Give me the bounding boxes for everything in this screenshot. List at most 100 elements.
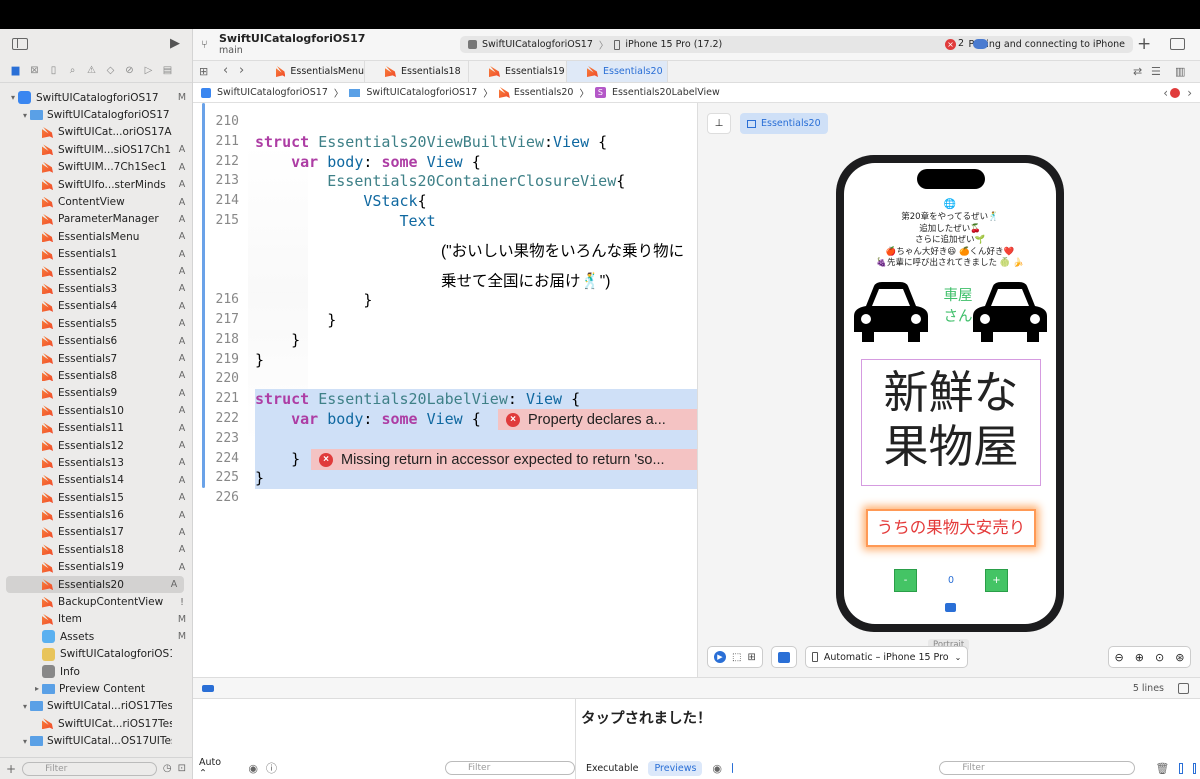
pin-icon[interactable]: ⊥ bbox=[707, 113, 731, 134]
tab-essentials19[interactable]: Essentials19 bbox=[469, 61, 567, 82]
destination-selector[interactable]: iPhone 15 Pro (17.2) bbox=[625, 39, 722, 50]
disclosure-icon[interactable]: ▾ bbox=[20, 737, 30, 746]
navigator-item[interactable]: ▸ Preview Content bbox=[0, 680, 192, 697]
source-control-icon[interactable]: ⊠ bbox=[27, 64, 42, 77]
navigator-item[interactable]: Essentials7 A bbox=[0, 350, 192, 367]
scheme-selector[interactable]: SwiftUICatalogforiOS17 bbox=[482, 39, 593, 50]
navigator-item[interactable]: Essentials16 A bbox=[0, 506, 192, 523]
previews-tab[interactable]: Previews bbox=[648, 760, 703, 776]
navigator-item[interactable]: Essentials4 A bbox=[0, 298, 192, 315]
eye-icon[interactable]: ◉ bbox=[712, 762, 722, 775]
inspector-toggle-icon[interactable] bbox=[1170, 38, 1185, 50]
error-count[interactable]: 2 bbox=[958, 38, 964, 49]
test-icon[interactable]: ◇ bbox=[103, 64, 118, 77]
navigator-item[interactable]: Info bbox=[0, 663, 192, 680]
navigator-item[interactable]: Essentials18 A bbox=[0, 541, 192, 558]
split-right-icon[interactable] bbox=[1192, 762, 1196, 774]
navigator-item[interactable]: SwiftUIM...siOS17Ch1 A bbox=[0, 141, 192, 158]
navigator-item[interactable]: SwiftUIM...7Ch1Sec1 A bbox=[0, 159, 192, 176]
preview-tab[interactable]: Essentials20 bbox=[740, 113, 828, 134]
variables-filter-input[interactable]: Filter bbox=[445, 761, 575, 775]
navigator-item[interactable]: SwiftUICat...oriOS17App bbox=[0, 124, 192, 141]
back-icon[interactable]: ‹ bbox=[223, 63, 228, 78]
tab-essentials20[interactable]: Essentials20 bbox=[567, 61, 668, 82]
navigator-item[interactable]: Essentials9 A bbox=[0, 385, 192, 402]
grid-icon[interactable]: ⊞ bbox=[199, 65, 208, 78]
breadcrumb-project[interactable]: SwiftUICatalogforiOS17 bbox=[217, 87, 328, 98]
navigator-item[interactable]: Essentials6 A bbox=[0, 332, 192, 349]
folder-icon[interactable]: ▆ bbox=[8, 64, 23, 77]
search-icon[interactable]: ⌕ bbox=[65, 64, 80, 77]
navigator-item[interactable]: ParameterManager A bbox=[0, 211, 192, 228]
error-annotation-1[interactable]: × Property declares a... bbox=[498, 409, 697, 430]
increment-button[interactable]: + bbox=[985, 569, 1008, 592]
split-icon[interactable]: ⇄ bbox=[1133, 65, 1142, 78]
scm-filter-icon[interactable]: ⊡ bbox=[178, 763, 186, 774]
variants-icon[interactable]: ⊞ bbox=[747, 652, 755, 663]
bookmark-icon[interactable]: ▯ bbox=[46, 64, 61, 77]
breadcrumb-file[interactable]: Essentials20 bbox=[514, 87, 574, 98]
zoom-out-icon[interactable]: ⊖ bbox=[1115, 651, 1124, 664]
disclosure-icon[interactable]: ▾ bbox=[8, 93, 18, 102]
split-left-icon[interactable] bbox=[1179, 762, 1183, 774]
report-icon[interactable]: ▤ bbox=[160, 64, 175, 77]
issue-icon[interactable]: ⚠ bbox=[84, 64, 99, 77]
navigator-item[interactable]: EssentialsMenu A bbox=[0, 228, 192, 245]
navigator-item[interactable]: Essentials1 A bbox=[0, 246, 192, 263]
trash-icon[interactable]: 🗑 bbox=[1155, 762, 1169, 775]
navigator-item[interactable]: Essentials20 A bbox=[6, 575, 184, 594]
navigator-item[interactable]: Essentials15 A bbox=[0, 489, 192, 506]
error-annotation-2[interactable]: × Missing return in accessor expected to … bbox=[311, 449, 697, 470]
next-issue-icon[interactable]: › bbox=[1187, 86, 1192, 100]
breadcrumb-group[interactable]: SwiftUICatalogforiOS17 bbox=[366, 87, 477, 98]
zoom-actual-icon[interactable]: ⊛ bbox=[1175, 651, 1184, 664]
navigator-item[interactable]: ▾ SwiftUICatalogforiOS17 bbox=[0, 106, 192, 123]
cloud-icon[interactable] bbox=[973, 39, 988, 49]
selectable-mode-icon[interactable]: ⬚ bbox=[732, 652, 741, 663]
tab-essentials-menu[interactable]: EssentialsMenu bbox=[262, 61, 365, 82]
debug-area-toggle-icon[interactable] bbox=[202, 685, 214, 692]
disclosure-icon[interactable]: ▾ bbox=[20, 111, 30, 120]
device-screen[interactable]: 🌐 第20章をやってるぜい🕺 追加したぜい🍒 さらに追加ぜい🌱 🍎ちゃん大好き😆… bbox=[844, 163, 1056, 624]
issue-icon[interactable] bbox=[1170, 87, 1180, 98]
auto-selector[interactable]: Auto ⌃ bbox=[199, 757, 230, 779]
breadcrumb-symbol[interactable]: Essentials20LabelView bbox=[612, 87, 720, 98]
forward-icon[interactable]: › bbox=[239, 63, 244, 78]
navigator-item[interactable]: SwiftUIfo...sterMinds A bbox=[0, 176, 192, 193]
sidebar-toggle-icon[interactable] bbox=[12, 37, 28, 50]
navigator-item[interactable]: SwiftUICat...riOS17Tests bbox=[0, 715, 192, 732]
navigator-filter-input[interactable]: Filter bbox=[22, 761, 157, 776]
error-badge-icon[interactable]: × bbox=[945, 39, 956, 50]
source-editor[interactable]: 210 211 struct Essentials20ViewBuiltView:V… bbox=[193, 103, 697, 677]
zoom-fit-icon[interactable]: ⊙ bbox=[1155, 651, 1164, 664]
navigator-item[interactable]: Essentials5 A bbox=[0, 315, 192, 332]
hide-debug-icon[interactable] bbox=[1178, 683, 1189, 694]
navigator-item[interactable]: Assets M bbox=[0, 628, 192, 645]
add-editor-icon[interactable]: + bbox=[1137, 34, 1151, 54]
sale-button[interactable]: うちの果物大安売り bbox=[866, 509, 1036, 547]
info-icon[interactable]: ⓘ bbox=[266, 760, 277, 776]
live-mode-icon[interactable]: ▶ bbox=[714, 651, 726, 663]
recent-icon[interactable]: ◷ bbox=[163, 763, 172, 774]
tab-essentials18[interactable]: Essentials18 bbox=[365, 61, 469, 82]
prev-issue-icon[interactable]: ‹ bbox=[1163, 86, 1168, 100]
navigator-item[interactable]: Essentials2 A bbox=[0, 263, 192, 280]
navigator-item[interactable]: Essentials19 A bbox=[0, 559, 192, 576]
navigator-item[interactable]: Essentials14 A bbox=[0, 472, 192, 489]
navigator-item[interactable]: SwiftUICatalogforiOS17 bbox=[0, 646, 192, 663]
navigator-item[interactable]: ContentView A bbox=[0, 193, 192, 210]
navigator-item[interactable]: ▾ SwiftUICatal...riOS17Tests bbox=[0, 698, 192, 715]
device-selector[interactable]: Automatic – iPhone 15 Pro ⌄ bbox=[804, 646, 969, 668]
device-settings-button[interactable] bbox=[770, 646, 797, 668]
navigator-item[interactable]: Essentials8 A bbox=[0, 367, 192, 384]
navigator-item[interactable]: Item M bbox=[0, 611, 192, 628]
zoom-in-icon[interactable]: ⊕ bbox=[1135, 651, 1144, 664]
navigator-item[interactable]: Essentials12 A bbox=[0, 437, 192, 454]
navigator-item[interactable]: Essentials17 A bbox=[0, 524, 192, 541]
editor-options-icon[interactable]: ☰ bbox=[1151, 65, 1161, 78]
eye-icon[interactable]: ◉ bbox=[248, 762, 258, 775]
navigator-item[interactable]: ▾ SwiftUICatal...OS17UITests bbox=[0, 732, 192, 749]
navigator-item[interactable]: Essentials10 A bbox=[0, 402, 192, 419]
run-button[interactable]: ▶ bbox=[170, 36, 180, 51]
navigator-item[interactable]: Essentials3 A bbox=[0, 280, 192, 297]
